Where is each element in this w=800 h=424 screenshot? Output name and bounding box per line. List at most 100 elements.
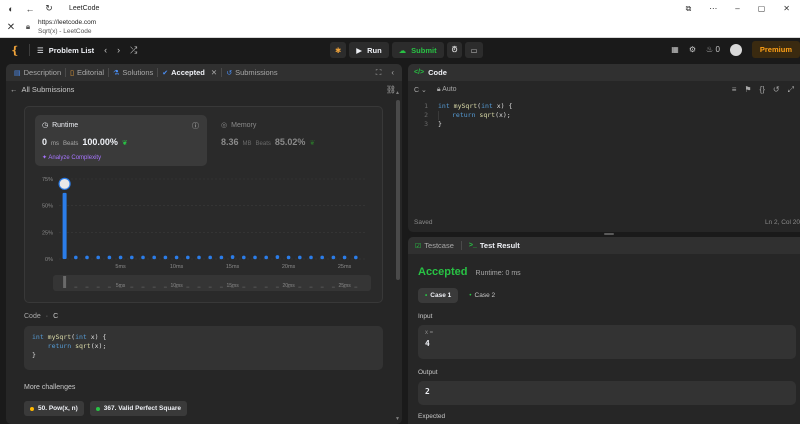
- stats-card: ◷ Runtime ⓘ 0 ms Beats 100.00% ❦ ✦ Analy…: [24, 106, 383, 303]
- tab-testcase[interactable]: ☑ Testcase: [412, 241, 457, 250]
- reload-icon[interactable]: ↻: [44, 3, 54, 14]
- chart-point: [320, 255, 325, 260]
- token: int: [32, 333, 44, 341]
- submitted-code[interactable]: int mySqrt(int x) { return sqrt(x); }: [24, 326, 383, 370]
- debug-button[interactable]: ✱: [330, 42, 347, 58]
- challenge-chip[interactable]: 50. Pow(x, n): [24, 401, 84, 416]
- language-select[interactable]: C ⌄: [414, 86, 427, 94]
- alarm-icon: ⏰︎: [451, 45, 458, 54]
- tab-label: Submissions: [235, 68, 278, 77]
- next-problem-icon[interactable]: ›: [117, 45, 120, 55]
- streak[interactable]: ♨ 0: [706, 45, 720, 54]
- browser-menu-icon[interactable]: ◐: [6, 4, 16, 14]
- problem-list-button[interactable]: ☰ Problem List: [37, 46, 94, 55]
- more-icon[interactable]: ⋯: [709, 4, 717, 14]
- more-challenges-title: More challenges: [24, 384, 76, 391]
- timer-button[interactable]: ⏰︎: [446, 42, 463, 58]
- runtime-unit: ms: [51, 141, 60, 147]
- token: sqrt: [479, 111, 496, 119]
- code-editor[interactable]: 1 int mySqrt(int x) { 2 return sqrt(x); 3}: [414, 102, 512, 129]
- chart-point: [331, 255, 336, 260]
- navigator-bar: [264, 286, 268, 288]
- runtime-box[interactable]: ◷ Runtime ⓘ 0 ms Beats 100.00% ❦ ✦ Analy…: [35, 115, 207, 166]
- chart-point: [342, 255, 347, 260]
- minimize-icon[interactable]: –: [735, 4, 739, 14]
- token: return: [47, 342, 72, 350]
- navigator-bar: [298, 286, 302, 288]
- expected-label: Expected: [418, 413, 446, 420]
- left-tabs: ▤ Description ▯ Editorial ⚗ Solutions ✔ …: [6, 64, 402, 81]
- navigator-tick-label: 25ms: [338, 283, 351, 289]
- auto-mode[interactable]: 🔒︎ Auto: [437, 86, 457, 94]
- settings-icon[interactable]: ⚙: [689, 45, 696, 54]
- lock-icon[interactable]: 🔒︎: [22, 22, 34, 32]
- case-tab-2[interactable]: • Case 2: [462, 288, 502, 303]
- fullscreen-icon[interactable]: ⤢: [788, 85, 794, 95]
- runtime-beats-value: 100.00%: [82, 137, 118, 147]
- premium-button[interactable]: Premium: [751, 41, 800, 58]
- close-window-icon[interactable]: ✕: [783, 4, 790, 14]
- tab-description[interactable]: ▤ Description: [10, 64, 65, 81]
- notes-button[interactable]: ▭: [465, 42, 483, 58]
- close-icon[interactable]: ✕: [0, 22, 22, 33]
- editor-title: Code: [428, 68, 447, 77]
- token: return: [452, 111, 476, 119]
- avatar[interactable]: [729, 43, 742, 56]
- submit-button[interactable]: ☁ Submit: [391, 42, 444, 58]
- memory-box[interactable]: ◎ Memory 8.36 MB Beats 85.02% ❦: [221, 115, 371, 166]
- all-submissions-link[interactable]: ← All Submissions: [10, 85, 74, 94]
- run-button[interactable]: ▶ Run: [349, 42, 389, 58]
- reset-icon[interactable]: ↺: [773, 85, 780, 95]
- tab-label: Description: [23, 68, 62, 77]
- analyze-complexity-link[interactable]: ✦ Analyze Complexity: [42, 154, 101, 161]
- layout-icon[interactable]: ▦: [671, 45, 679, 54]
- collapse-icon[interactable]: ‹: [391, 68, 394, 78]
- info-icon[interactable]: ⓘ: [192, 121, 199, 131]
- scroll-down-icon[interactable]: ▼: [395, 416, 400, 422]
- check-circle-icon: ✔: [162, 69, 169, 77]
- problem-list-label: Problem List: [48, 45, 95, 55]
- braces-icon[interactable]: {}: [760, 85, 765, 95]
- chart-point: [74, 255, 78, 260]
- editor-toolbar: C ⌄ 🔒︎ Auto ≡ ⚑ {} ↺ ⤢: [408, 81, 800, 98]
- case-tab-1[interactable]: • Case 1: [418, 288, 459, 303]
- challenge-chip[interactable]: 367. Valid Perfect Square: [89, 401, 188, 416]
- runtime-text: Runtime: 0 ms: [475, 270, 521, 277]
- prev-problem-icon[interactable]: ‹: [104, 45, 107, 55]
- close-tab-icon[interactable]: ✕: [211, 68, 217, 77]
- test-tabs: ☑ Testcase >_ Test Result: [408, 237, 800, 254]
- tab-solutions[interactable]: ⚗ Solutions: [109, 64, 157, 81]
- mode-label: Auto: [442, 85, 457, 93]
- url-text[interactable]: https://leetcode.com: [38, 18, 96, 27]
- expand-icon[interactable]: ⛶: [376, 68, 382, 78]
- navigator-bar: [320, 286, 324, 288]
- format-icon[interactable]: ≡: [732, 85, 737, 95]
- bookmark-icon[interactable]: ⚑: [744, 85, 751, 95]
- shuffle-icon[interactable]: ⤮: [130, 45, 137, 56]
- memory-chip-icon: ◎: [221, 122, 228, 129]
- navigator-bar: [354, 286, 358, 288]
- history-icon: ↺: [226, 69, 233, 77]
- chart-point: [118, 255, 123, 260]
- cast-icon[interactable]: ⧉: [686, 4, 692, 14]
- back-icon[interactable]: ←: [25, 4, 35, 14]
- scrollbar-thumb[interactable]: [396, 100, 400, 280]
- cursor-position: Ln 2, Col 20: [764, 219, 800, 226]
- submit-label: Submit: [411, 45, 437, 55]
- maximize-icon[interactable]: ▢: [758, 4, 766, 14]
- output-field[interactable]: 2: [418, 381, 796, 405]
- leetcode-logo-icon[interactable]: ❴: [8, 43, 22, 57]
- scroll-up-icon[interactable]: ▲: [395, 90, 400, 96]
- navigator-bar: [275, 286, 279, 288]
- challenge-label: 50. Pow(x, n): [38, 405, 78, 412]
- navigator-bar: [107, 286, 111, 288]
- tab-editorial[interactable]: ▯ Editorial: [66, 64, 108, 81]
- memory-value: 8.36: [221, 137, 239, 147]
- tab-test-result[interactable]: >_ Test Result: [466, 241, 523, 250]
- editor-line: 3}: [414, 120, 512, 129]
- tab-submissions[interactable]: ↺ Submissions: [222, 64, 281, 81]
- chart-point: [174, 255, 179, 260]
- tab-accepted[interactable]: ✔ Accepted ✕: [158, 64, 221, 81]
- navigator-tick-label: 5ms: [116, 283, 126, 289]
- input-field[interactable]: x = 4: [418, 325, 796, 359]
